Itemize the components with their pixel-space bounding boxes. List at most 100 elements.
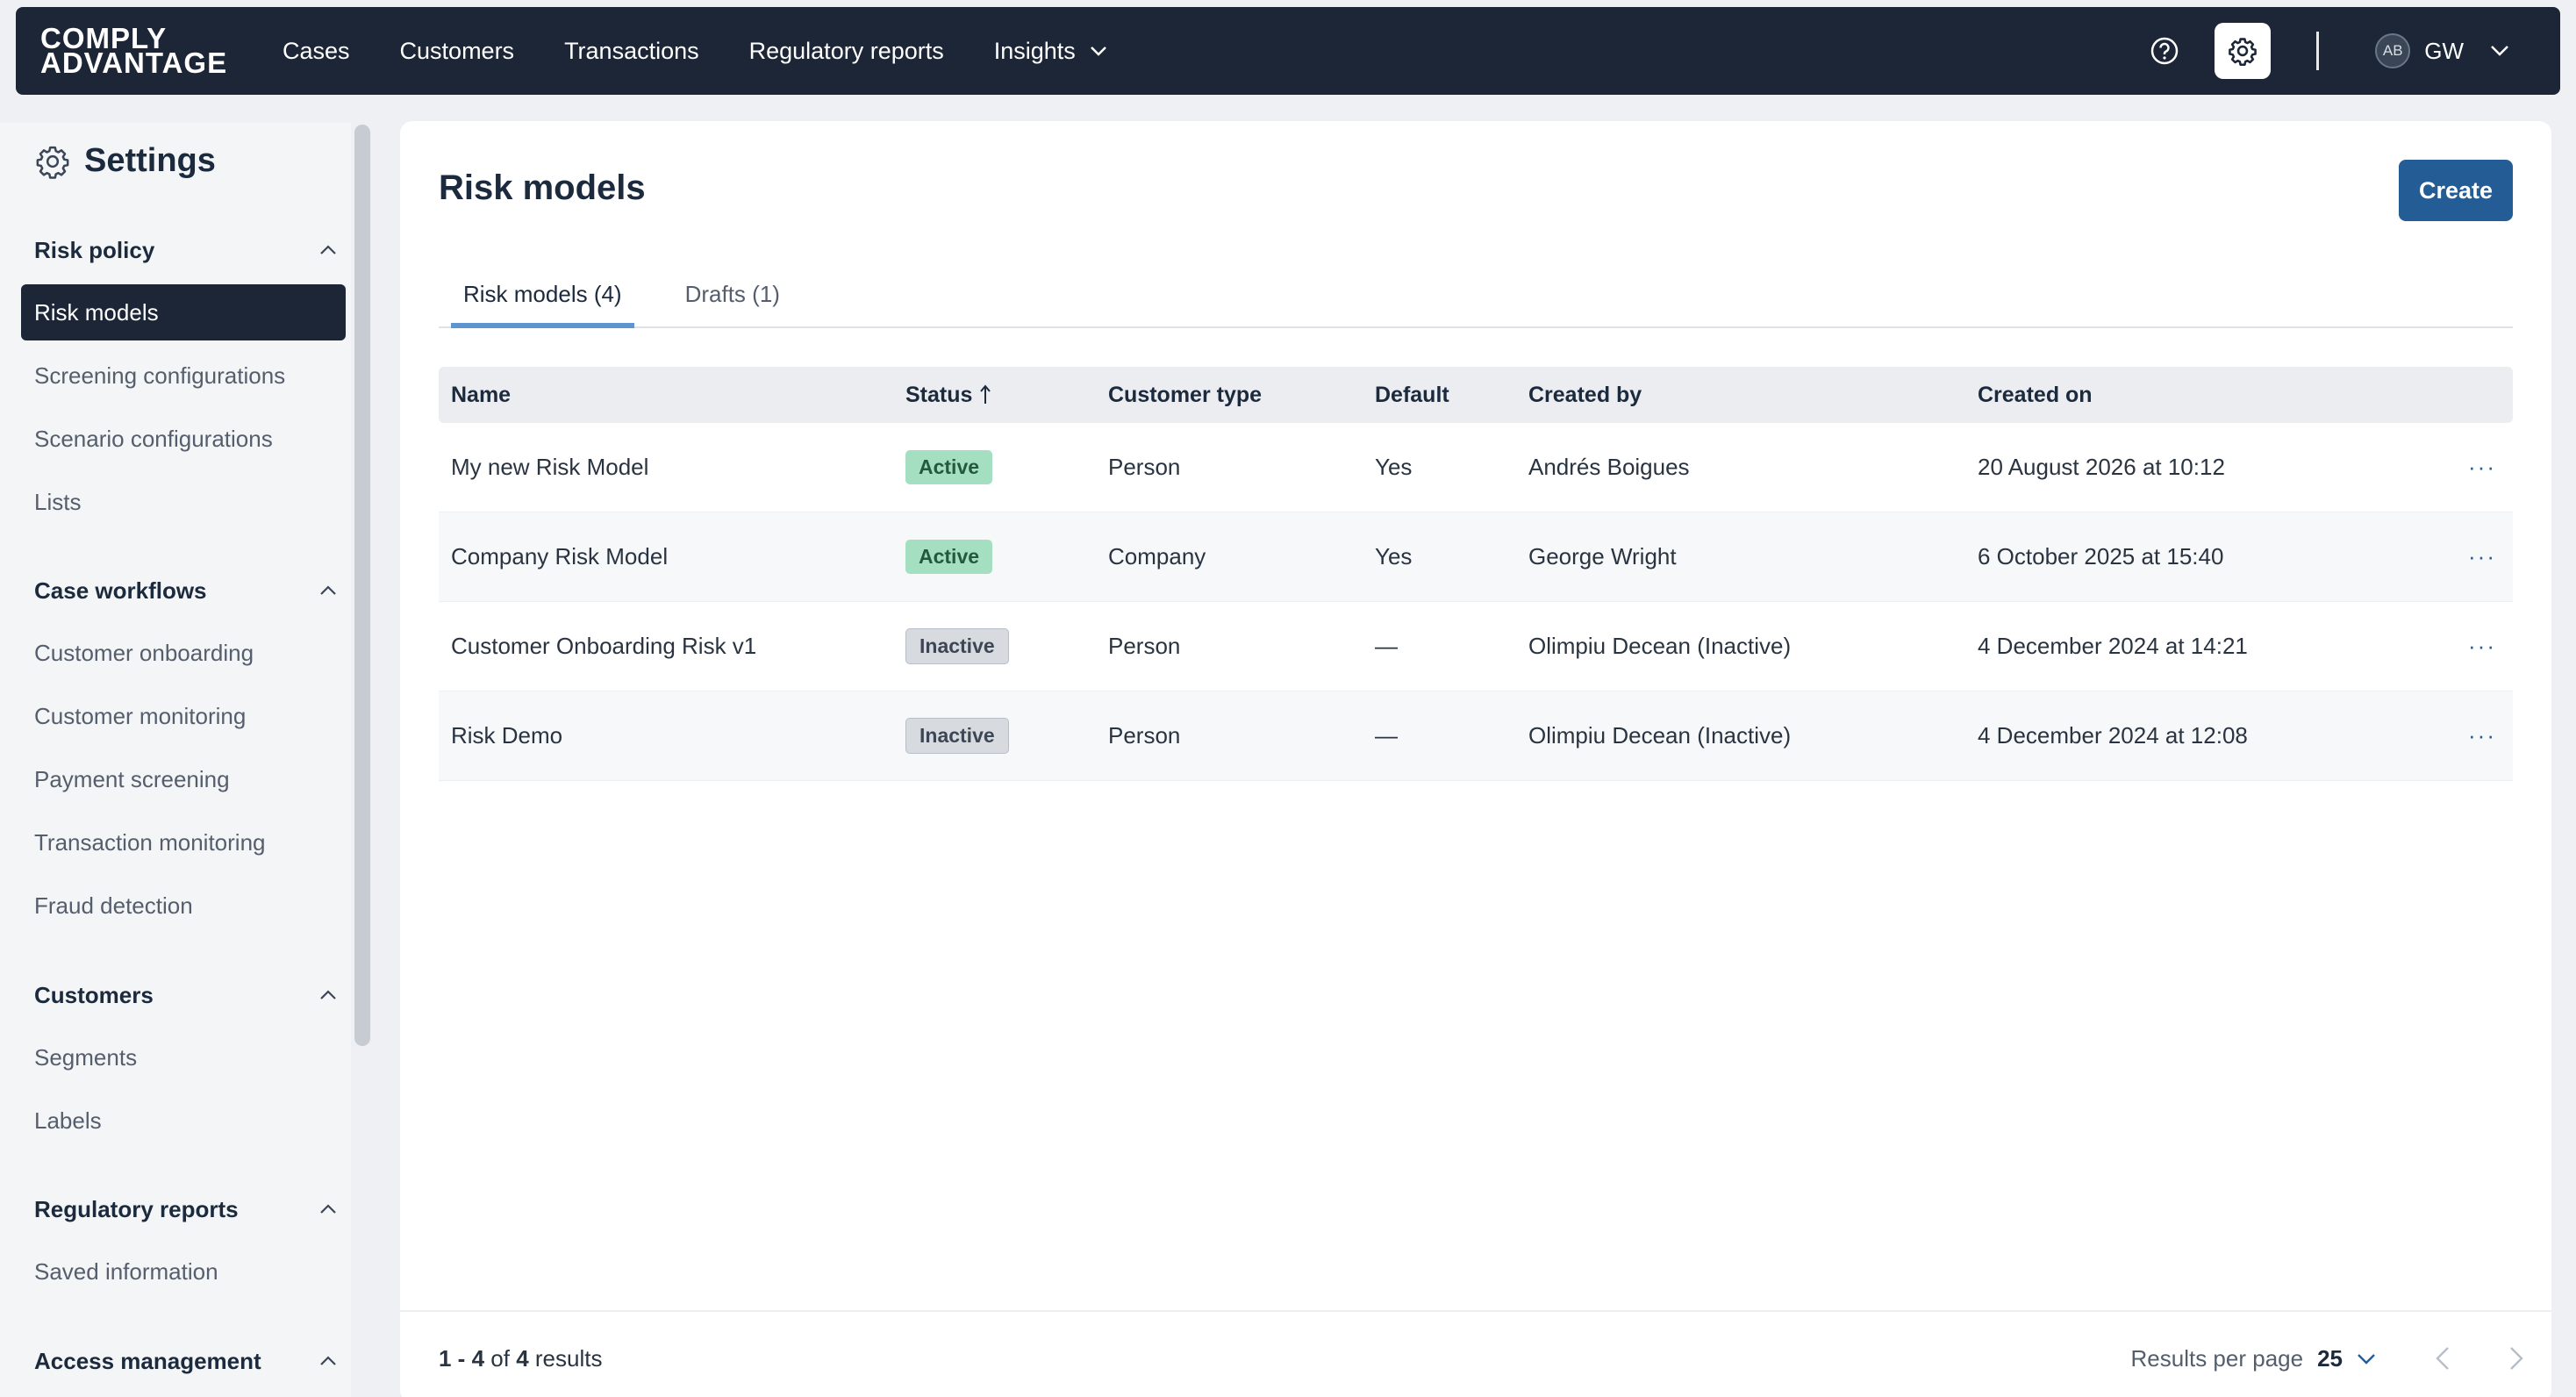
previous-page-button[interactable] xyxy=(2425,1336,2460,1380)
user-initials[interactable]: GW xyxy=(2424,38,2464,65)
results-per-page-label: Results per page xyxy=(2130,1345,2304,1372)
tab-bar: Risk models (4) Drafts (1) xyxy=(439,270,2513,328)
nav-item-label: Transactions xyxy=(564,37,699,64)
status-badge: Active xyxy=(905,450,993,484)
status-badge: Active xyxy=(905,540,993,574)
sidebar-item-saved-information[interactable]: Saved information xyxy=(21,1243,346,1300)
results-per-page-value[interactable]: 25 xyxy=(2317,1345,2343,1372)
cell-status: Active xyxy=(905,540,1108,574)
help-icon[interactable] xyxy=(2150,36,2179,66)
table-row[interactable]: Customer Onboarding Risk v1 Inactive Per… xyxy=(439,602,2513,691)
row-menu-icon[interactable]: ··· xyxy=(2451,454,2513,481)
cell-customer-type: Person xyxy=(1108,633,1181,659)
scrollbar-thumb[interactable] xyxy=(354,125,370,1046)
table-body: My new Risk Model Active Person Yes Andr… xyxy=(439,423,2513,781)
sidebar-group-regulatory-reports: Regulatory reports Saved information xyxy=(21,1187,346,1300)
brand-logo[interactable]: COMPLY ADVANTAGE xyxy=(40,24,251,79)
cell-created-on: 20 August 2026 at 10:12 xyxy=(1978,454,2225,480)
chevron-down-icon[interactable] xyxy=(2357,1353,2376,1365)
cell-created-by: Olimpiu Decean (Inactive) xyxy=(1528,633,1792,659)
column-header-label: Status xyxy=(905,382,973,407)
risk-models-table: Name Status Customer type Default Create… xyxy=(439,367,2513,781)
nav-item-customers[interactable]: Customers xyxy=(400,38,515,65)
sidebar-item-scenario-configurations[interactable]: Scenario configurations xyxy=(21,411,346,467)
cell-created-on: 4 December 2024 at 14:21 xyxy=(1978,633,2248,659)
cell-customer-type: Person xyxy=(1108,722,1181,749)
column-header-created-by[interactable]: Created by xyxy=(1528,383,1978,408)
chevron-up-icon xyxy=(320,245,336,254)
column-header-status[interactable]: Status xyxy=(905,383,1108,408)
row-menu-icon[interactable]: ··· xyxy=(2451,633,2513,660)
create-button[interactable]: Create xyxy=(2399,160,2513,221)
row-menu-icon[interactable]: ··· xyxy=(2451,722,2513,749)
nav-item-cases[interactable]: Cases xyxy=(283,38,350,65)
column-header-default[interactable]: Default xyxy=(1375,383,1528,408)
main-content-card: Risk models Create Risk models (4) Draft… xyxy=(400,121,2551,1397)
sidebar-group-risk-policy: Risk policy Risk models Screening config… xyxy=(21,228,346,530)
sidebar-item-risk-models[interactable]: Risk models xyxy=(21,284,346,340)
sidebar-group-toggle[interactable]: Access management xyxy=(21,1339,346,1383)
sidebar-item-payment-screening[interactable]: Payment screening xyxy=(21,751,346,807)
column-header-created-on[interactable]: Created on xyxy=(1978,383,2451,408)
cell-name[interactable]: Risk Demo xyxy=(439,722,905,749)
cell-default: — xyxy=(1375,633,1398,659)
chevron-up-icon xyxy=(320,1204,336,1214)
tab-drafts[interactable]: Drafts (1) xyxy=(673,270,792,328)
nav-divider xyxy=(2316,32,2320,70)
sidebar-group-toggle[interactable]: Customers xyxy=(21,973,346,1017)
table-footer: 1 - 4 of 4 results Results per page 25 xyxy=(400,1310,2551,1397)
results-per-page[interactable]: Results per page 25 xyxy=(2131,1345,2376,1372)
settings-heading: Settings xyxy=(35,142,216,180)
pagination-results-label: results xyxy=(534,1345,603,1372)
sidebar-item-screening-configurations[interactable]: Screening configurations xyxy=(21,347,346,404)
sort-ascending-icon xyxy=(980,384,991,404)
nav-item-insights[interactable]: Insights xyxy=(994,38,1107,65)
nav-item-regulatory-reports[interactable]: Regulatory reports xyxy=(749,38,944,65)
cell-status: Active xyxy=(905,450,1108,484)
gear-icon xyxy=(36,146,69,179)
row-menu-icon[interactable]: ··· xyxy=(2451,543,2513,570)
sidebar-group-toggle[interactable]: Risk policy xyxy=(21,228,346,272)
chevron-up-icon xyxy=(320,990,336,999)
main-nav: Cases Customers Transactions Regulatory … xyxy=(283,7,1157,95)
cell-name[interactable]: Company Risk Model xyxy=(439,543,905,570)
sidebar-group-toggle[interactable]: Case workflows xyxy=(21,569,346,613)
cell-name[interactable]: My new Risk Model xyxy=(439,454,905,481)
sidebar-item-transaction-monitoring[interactable]: Transaction monitoring xyxy=(21,814,346,870)
nav-item-transactions[interactable]: Transactions xyxy=(564,38,699,65)
sidebar-item-labels[interactable]: Labels xyxy=(21,1093,346,1149)
table-row[interactable]: Risk Demo Inactive Person — Olimpiu Dece… xyxy=(439,691,2513,781)
sidebar-group-label: Customers xyxy=(34,981,154,1008)
brand-logo-line2: ADVANTAGE xyxy=(40,47,228,79)
sidebar-item-customer-onboarding[interactable]: Customer onboarding xyxy=(21,625,346,681)
pagination-range: 1 - 4 xyxy=(439,1345,485,1372)
sidebar-group-customers: Customers Segments Labels xyxy=(21,973,346,1149)
nav-item-label: Regulatory reports xyxy=(748,37,944,64)
column-header-customer-type[interactable]: Customer type xyxy=(1108,383,1375,408)
sidebar-item-customer-monitoring[interactable]: Customer monitoring xyxy=(21,688,346,744)
cell-default: — xyxy=(1375,722,1398,749)
cell-default: Yes xyxy=(1375,543,1413,570)
sidebar-item-lists[interactable]: Lists xyxy=(21,474,346,530)
sidebar-group-label: Risk policy xyxy=(34,236,155,263)
cell-default: Yes xyxy=(1375,454,1413,480)
sidebar-item-segments[interactable]: Segments xyxy=(21,1029,346,1085)
table-row[interactable]: My new Risk Model Active Person Yes Andr… xyxy=(439,423,2513,512)
cell-name[interactable]: Customer Onboarding Risk v1 xyxy=(439,633,905,660)
pagination-summary: 1 - 4 of 4 results xyxy=(439,1345,602,1372)
next-page-button[interactable] xyxy=(2499,1336,2534,1380)
cell-created-on: 4 December 2024 at 12:08 xyxy=(1978,722,2248,749)
sidebar-item-fraud-detection[interactable]: Fraud detection xyxy=(21,878,346,934)
cell-created-by: Andrés Boigues xyxy=(1528,454,1690,480)
chevron-down-icon[interactable] xyxy=(2490,45,2509,57)
gear-icon xyxy=(2229,38,2258,66)
sidebar-scrollbar[interactable] xyxy=(354,125,370,1397)
settings-button[interactable] xyxy=(2215,23,2272,79)
chevron-up-icon xyxy=(320,585,336,595)
sidebar-group-label: Access management xyxy=(34,1347,261,1374)
table-row[interactable]: Company Risk Model Active Company Yes Ge… xyxy=(439,512,2513,602)
avatar[interactable]: AB xyxy=(2375,33,2411,68)
column-header-name[interactable]: Name xyxy=(439,383,905,408)
sidebar-group-toggle[interactable]: Regulatory reports xyxy=(21,1187,346,1231)
tab-risk-models[interactable]: Risk models (4) xyxy=(451,270,634,328)
